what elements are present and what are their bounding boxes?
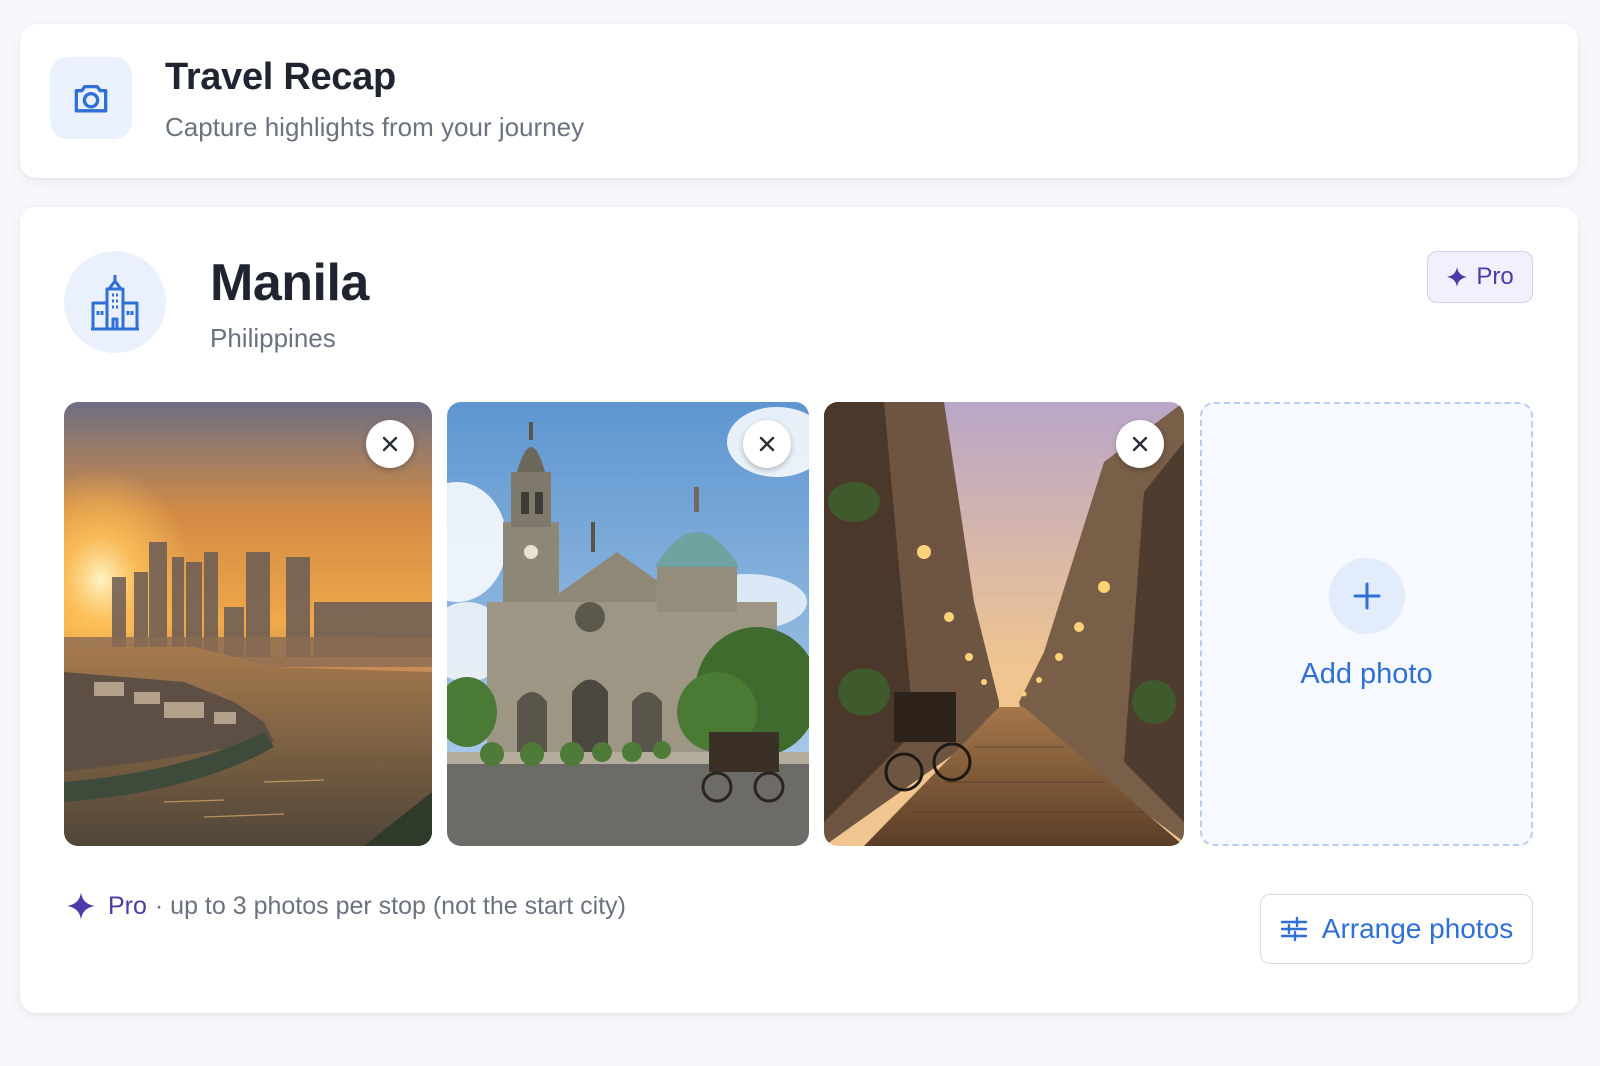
arrange-photos-button[interactable]: Arrange photos bbox=[1260, 894, 1533, 964]
city-name: Manila bbox=[210, 254, 369, 312]
sparkle-icon bbox=[1447, 266, 1468, 288]
city-hall-icon bbox=[64, 251, 166, 353]
pro-badge-label: Pro bbox=[1476, 263, 1514, 290]
pro-limit-note: Pro · up to 3 photos per stop (not the s… bbox=[66, 891, 626, 921]
photo-cathedral[interactable] bbox=[447, 402, 809, 846]
pro-badge[interactable]: Pro bbox=[1427, 251, 1533, 303]
photo-image bbox=[447, 402, 809, 846]
sparkle-icon bbox=[67, 892, 95, 920]
photo-lantern-street[interactable] bbox=[824, 402, 1184, 846]
close-icon bbox=[1132, 436, 1148, 452]
arrange-photos-label: Arrange photos bbox=[1321, 913, 1514, 944]
photo-sunset-skyline[interactable] bbox=[64, 402, 432, 846]
remove-photo-button[interactable] bbox=[1116, 420, 1164, 468]
limit-text: · up to 3 photos per stop (not the start… bbox=[154, 891, 626, 920]
sliders-icon bbox=[1280, 916, 1307, 942]
photo-image bbox=[824, 402, 1184, 846]
close-icon bbox=[759, 436, 775, 452]
photo-image bbox=[64, 402, 432, 846]
add-photo-button[interactable]: Add photo bbox=[1200, 402, 1533, 846]
country-name: Philippines bbox=[210, 323, 336, 353]
header-card: Travel Recap Capture highlights from you… bbox=[20, 24, 1578, 178]
page-subtitle: Capture highlights from your journey bbox=[165, 112, 585, 142]
camera-icon bbox=[50, 57, 132, 139]
plus-icon bbox=[1328, 557, 1405, 634]
close-icon bbox=[382, 436, 398, 452]
remove-photo-button[interactable] bbox=[743, 420, 791, 468]
pro-label: Pro bbox=[108, 891, 147, 920]
stop-card: Manila Philippines Pro Add photo Pro · u… bbox=[20, 207, 1578, 1013]
add-photo-label: Add photo bbox=[1300, 657, 1433, 690]
remove-photo-button[interactable] bbox=[366, 420, 414, 468]
page-title: Travel Recap bbox=[165, 56, 396, 98]
